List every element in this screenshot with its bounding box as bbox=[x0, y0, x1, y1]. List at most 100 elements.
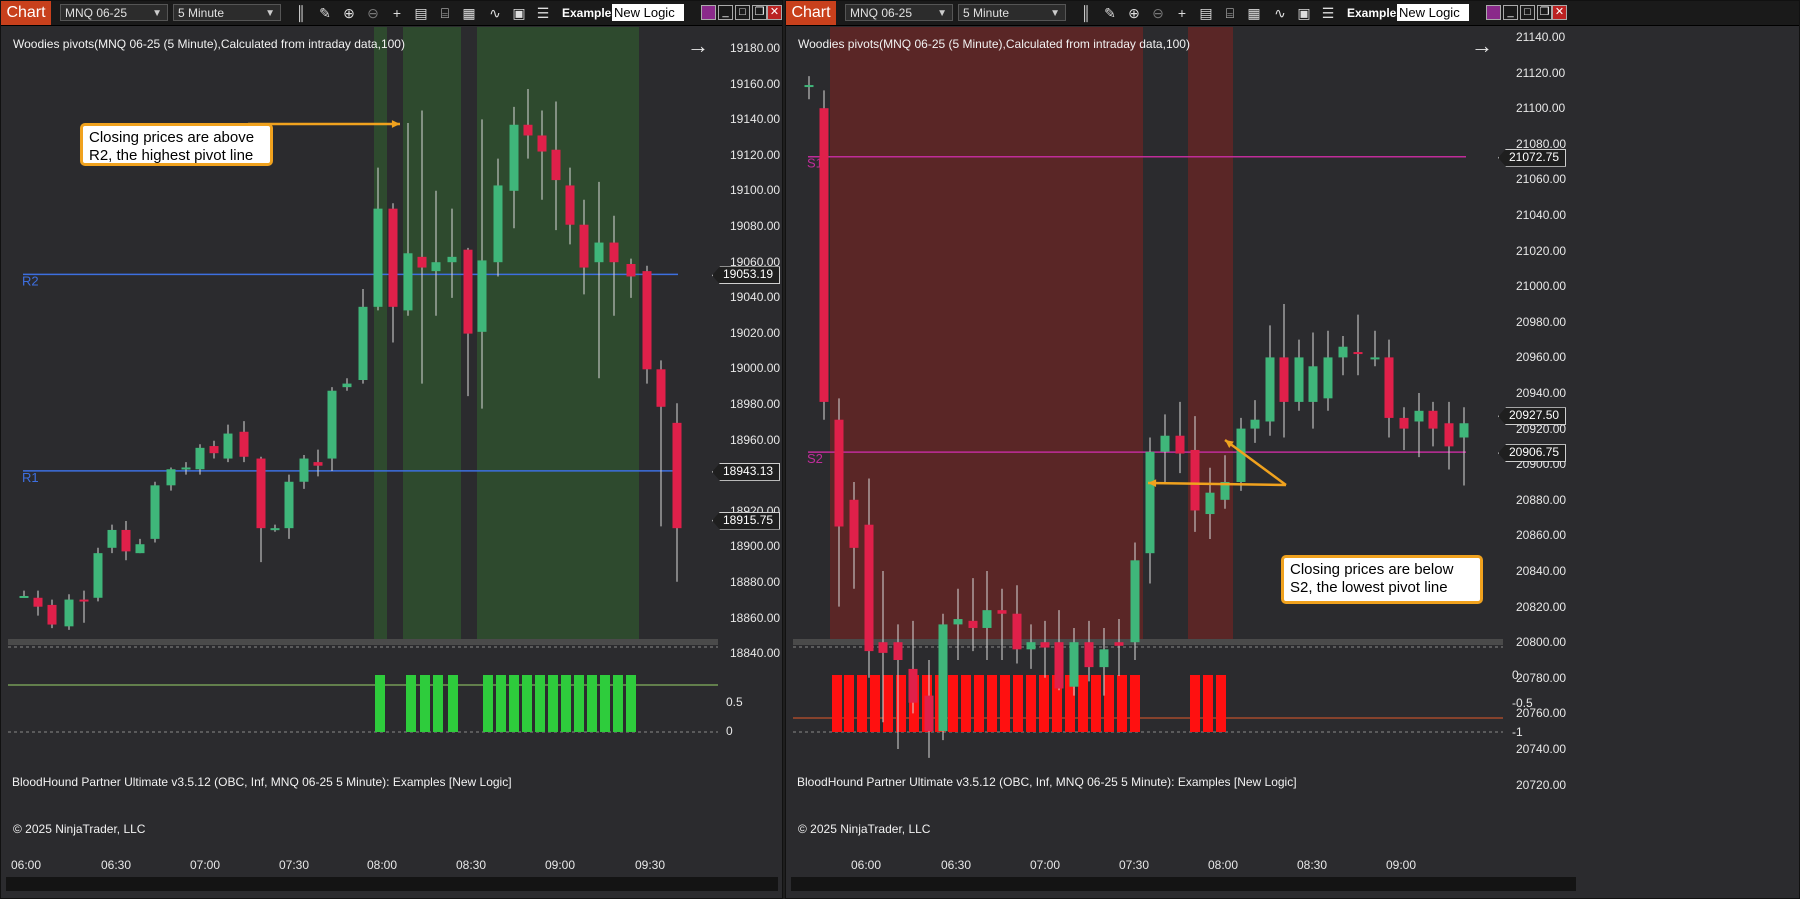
candle-body[interactable] bbox=[523, 124, 533, 136]
strategies-icon[interactable]: ∿ bbox=[487, 5, 503, 21]
zoom-out-icon[interactable]: ⊖ bbox=[1150, 5, 1166, 21]
candle-body[interactable] bbox=[1294, 357, 1304, 402]
candle-body[interactable] bbox=[1069, 642, 1079, 687]
candle-body[interactable] bbox=[1040, 642, 1050, 648]
candle-body[interactable] bbox=[33, 597, 43, 607]
candle-body[interactable] bbox=[672, 422, 682, 529]
candle-body[interactable] bbox=[1054, 642, 1064, 689]
candle-body[interactable] bbox=[1190, 449, 1200, 511]
candle-body[interactable] bbox=[1160, 435, 1170, 452]
candle-body[interactable] bbox=[239, 431, 249, 457]
bar-type-icon[interactable]: ║ bbox=[293, 5, 309, 21]
minimize-button[interactable]: _ bbox=[718, 5, 733, 20]
candle-body[interactable] bbox=[1099, 649, 1109, 668]
candle-body[interactable] bbox=[388, 208, 398, 307]
list-icon[interactable]: ☰ bbox=[535, 5, 551, 21]
scrollbar[interactable] bbox=[6, 877, 778, 891]
price-axis[interactable]: 19180.00 19160.00 19140.00 19120.00 19100.00… bbox=[712, 27, 782, 767]
candle-body[interactable] bbox=[642, 271, 652, 370]
attach-icon[interactable]: ▣ bbox=[511, 5, 527, 21]
candle-body[interactable] bbox=[431, 262, 441, 272]
candle-body[interactable] bbox=[1012, 613, 1022, 650]
candle-body[interactable] bbox=[223, 433, 233, 459]
candle-body[interactable] bbox=[417, 256, 427, 268]
pencil-icon[interactable]: ✎ bbox=[317, 5, 333, 21]
maximize-button[interactable]: □ bbox=[1520, 5, 1535, 20]
candle-body[interactable] bbox=[79, 599, 89, 602]
candle-body[interactable] bbox=[819, 108, 829, 402]
candle-body[interactable] bbox=[509, 124, 519, 191]
candle-body[interactable] bbox=[626, 263, 636, 277]
template-icon[interactable]: ⌸ bbox=[437, 5, 453, 21]
candle-body[interactable] bbox=[93, 553, 103, 598]
bar-type-icon[interactable]: ║ bbox=[1078, 5, 1094, 21]
scrollbar[interactable] bbox=[791, 877, 1576, 891]
restore-button[interactable]: ❐ bbox=[1537, 5, 1552, 20]
candle-body[interactable] bbox=[1414, 410, 1424, 422]
candle-body[interactable] bbox=[47, 604, 57, 625]
candle-body[interactable] bbox=[19, 595, 29, 598]
candle-body[interactable] bbox=[609, 242, 619, 263]
candle-body[interactable] bbox=[327, 390, 337, 459]
pencil-icon[interactable]: ✎ bbox=[1102, 5, 1118, 21]
candle-body[interactable] bbox=[1308, 366, 1318, 402]
chart-tab[interactable]: Chart bbox=[1, 1, 51, 25]
close-button[interactable]: ✕ bbox=[1552, 5, 1567, 20]
candle-body[interactable] bbox=[551, 149, 561, 181]
candle-body[interactable] bbox=[121, 529, 131, 552]
candle-body[interactable] bbox=[1279, 357, 1289, 402]
candle-body[interactable] bbox=[1370, 357, 1380, 360]
candle-body[interactable] bbox=[373, 208, 383, 307]
candle-body[interactable] bbox=[256, 458, 266, 529]
candle-body[interactable] bbox=[982, 610, 992, 628]
candle-body[interactable] bbox=[1323, 357, 1333, 399]
candle-body[interactable] bbox=[1114, 642, 1124, 646]
candle-body[interactable] bbox=[908, 668, 918, 703]
panel-divider[interactable] bbox=[8, 639, 718, 645]
chart-tab[interactable]: Chart bbox=[786, 1, 836, 25]
candle-body[interactable] bbox=[299, 458, 309, 482]
maximize-button[interactable]: □ bbox=[735, 5, 750, 20]
zoom-in-icon[interactable]: ⊕ bbox=[341, 5, 357, 21]
candle-body[interactable] bbox=[864, 524, 874, 652]
candle-body[interactable] bbox=[342, 383, 352, 388]
candle-body[interactable] bbox=[656, 369, 666, 407]
candle-body[interactable] bbox=[594, 242, 604, 263]
candle-body[interactable] bbox=[1026, 642, 1036, 650]
candle-body[interactable] bbox=[358, 306, 368, 381]
attach-icon[interactable]: ▣ bbox=[1296, 5, 1312, 21]
minimize-button[interactable]: _ bbox=[1503, 5, 1518, 20]
close-button[interactable]: ✕ bbox=[767, 5, 782, 20]
candle-body[interactable] bbox=[1428, 410, 1438, 429]
candle-body[interactable] bbox=[968, 620, 978, 628]
color-swatch-button[interactable] bbox=[701, 5, 716, 20]
candle-body[interactable] bbox=[893, 642, 903, 660]
candle-body[interactable] bbox=[938, 624, 948, 732]
candle-body[interactable] bbox=[565, 185, 575, 225]
indicators-icon[interactable]: ▦ bbox=[461, 5, 477, 21]
candle-body[interactable] bbox=[1145, 451, 1155, 554]
strategy-input[interactable]: New Logic bbox=[612, 4, 684, 21]
candle-body[interactable] bbox=[834, 419, 844, 527]
interval-selector[interactable]: 5 Minute ▼ bbox=[958, 4, 1066, 21]
instrument-selector[interactable]: MNQ 06-25 ▼ bbox=[60, 4, 168, 21]
candle-body[interactable] bbox=[849, 499, 859, 548]
candle-body[interactable] bbox=[463, 249, 473, 334]
properties-icon[interactable]: ▤ bbox=[413, 5, 429, 21]
candle-body[interactable] bbox=[1384, 357, 1394, 418]
candle-body[interactable] bbox=[878, 642, 888, 653]
candle-body[interactable] bbox=[953, 619, 963, 625]
candle-body[interactable] bbox=[166, 469, 176, 486]
candle-body[interactable] bbox=[107, 529, 117, 548]
candle-body[interactable] bbox=[195, 447, 205, 470]
candle-body[interactable] bbox=[1459, 423, 1469, 438]
candle-body[interactable] bbox=[135, 544, 145, 554]
candle-body[interactable] bbox=[1130, 560, 1140, 643]
candle-body[interactable] bbox=[804, 85, 814, 88]
candle-body[interactable] bbox=[150, 485, 160, 539]
candle-body[interactable] bbox=[403, 253, 413, 311]
candle-body[interactable] bbox=[1338, 346, 1348, 358]
list-icon[interactable]: ☰ bbox=[1320, 5, 1336, 21]
template-icon[interactable]: ⌸ bbox=[1222, 5, 1238, 21]
price-chart-right[interactable]: S1S2 bbox=[793, 27, 1503, 767]
